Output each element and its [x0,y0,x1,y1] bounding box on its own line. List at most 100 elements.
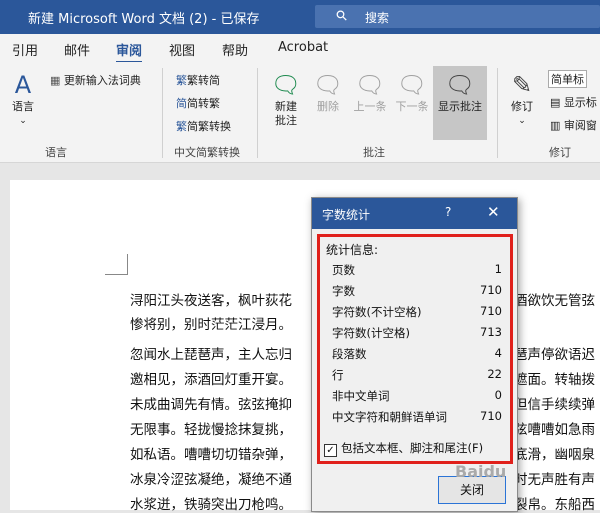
dialog-title: 字数统计 [322,208,371,222]
chevron-down-icon: ⌄ [518,116,526,126]
doc-line: 冰泉冷涩弦凝绝，凝绝不通 [130,472,292,488]
stat-label: 段落数 [332,347,367,361]
dialog-title-bar: 字数统计 ? ✕ [312,198,517,229]
stat-row: 段落数 4 [332,346,502,366]
new-comment-icon: 🗨 [270,71,302,99]
tab-mailings[interactable]: 邮件 [64,40,90,59]
language-button[interactable]: A 语言 ⌄ [8,70,38,128]
stat-row: 中文字符和朝鲜语单词 710 [332,409,502,429]
tab-references[interactable]: 引用 [12,40,38,59]
stat-value: 0 [494,388,502,402]
to-simplified-button[interactable]: 繁繁转简 [176,72,220,88]
title-bar: 新建 Microsoft Word 文档 (2) - 已保存 ⚲ 搜索 [0,0,600,34]
review-pane-button[interactable]: ▥ 审阅窗 [550,117,597,133]
doc-line-fragment: 但信手续续弹 [514,397,595,413]
convert-icon: 繁 [176,120,187,133]
search-icon: ⚲ [332,6,352,26]
doc-line: 水浆迸，铁骑突出刀枪鸣。 [130,497,292,513]
new-comment-label-1: 新建 [275,100,297,113]
ribbon-tabs: 引用 邮件 审阅 视图 帮助 Acrobat [0,34,600,64]
tab-view[interactable]: 视图 [169,40,195,59]
doc-line-fragment: 酒欲饮无管弦 [514,293,595,309]
group-label-convert: 中文简繁转换 [174,146,240,159]
stat-label: 行 [332,368,344,382]
stat-row: 字数 710 [332,283,502,303]
chevron-down-icon: ⌄ [19,116,27,126]
stat-label: 字符数(计空格) [332,326,410,340]
next-comment-icon: 🗨 [396,71,428,99]
to-traditional-button[interactable]: 简简转繁 [176,95,220,111]
delete-comment-button[interactable]: 🗨 删除 [310,70,346,114]
to-traditional-label: 简转繁 [187,97,220,110]
doc-line-fragment: 遮面。转轴拨 [514,372,595,388]
stat-value: 710 [480,409,502,423]
stat-value: 710 [480,304,502,318]
convert-icon: 简 [176,97,187,110]
doc-line: 无限事。轻拢慢捻抹复挑， [130,422,292,438]
track-changes-button[interactable]: ✎ 修订 ⌄ [505,70,539,128]
group-label-tracking: 修订 [549,146,571,159]
doc-line: 如私语。嘈嘈切切错杂弹， [130,447,292,463]
language-icon: A [14,71,32,99]
checkmark-icon: ✓ [324,444,337,457]
group-separator [497,68,498,158]
previous-comment-label: 上一条 [353,100,387,113]
stat-label: 字数 [332,284,355,298]
show-markup-label: 显示标 [563,96,597,109]
update-ime-label: 更新输入法词典 [63,74,141,87]
show-comments-icon: 🗨 [444,71,476,99]
stat-row: 字符数(计空格) 713 [332,325,502,345]
markup-select[interactable]: 简单标 [548,70,587,88]
tab-review[interactable]: 审阅 [116,40,143,64]
next-comment-label: 下一条 [395,100,429,113]
search-label: 搜索 [365,11,390,25]
track-changes-icon: ✎ [511,71,533,99]
doc-line: 邀相见，添酒回灯重开宴。 [130,372,292,388]
next-comment-button[interactable]: 🗨 下一条 [392,70,432,114]
include-textboxes-checkbox[interactable]: ✓ 包括文本框、脚注和尾注(F) [324,440,483,457]
window-title: 新建 Microsoft Word 文档 (2) - 已保存 [28,12,260,27]
stat-value: 710 [480,283,502,297]
highlight-box: 统计信息: 页数 1 字数 710 字符数(不计空格) 710 字符数(计空格) 713… [317,234,513,464]
update-ime-button[interactable]: ▦ 更新输入法词典 [50,72,141,88]
track-changes-label: 修订 [511,100,533,113]
doc-line-fragment: 底滑，幽咽泉 [514,447,595,463]
stat-row: 字符数(不计空格) 710 [332,304,502,324]
stat-value: 22 [487,367,502,381]
doc-line-fragment: 裂帛。东船西 [514,497,595,513]
convert-icon: 繁 [176,74,187,87]
group-separator [162,68,163,158]
previous-comment-button[interactable]: 🗨 上一条 [350,70,390,114]
doc-line: 忽闻水上琵琶声，主人忘归 [130,347,292,363]
stat-value: 1 [494,262,502,276]
stat-value: 713 [480,325,502,339]
ribbon: A 语言 ⌄ ▦ 更新输入法词典 语言 繁繁转简 简简转繁 繁简繁转换 中文简繁… [0,62,600,163]
convert-button[interactable]: 繁简繁转换 [176,118,231,134]
show-comments-label: 显示批注 [438,100,482,113]
review-pane-icon: ▥ [550,119,564,132]
tab-acrobat[interactable]: Acrobat [278,40,328,55]
language-button-label: 语言 [12,100,34,113]
group-label-comments: 批注 [363,146,385,159]
stats-header: 统计信息: [326,243,379,257]
previous-comment-icon: 🗨 [354,71,386,99]
stat-row: 页数 1 [332,262,502,282]
close-icon[interactable]: ✕ [487,203,500,221]
group-separator [257,68,258,158]
group-label-language: 语言 [45,146,67,159]
doc-line: 惨将别，别时茫茫江浸月。 [130,317,292,333]
show-comments-button[interactable]: 🗨 显示批注 [433,66,487,140]
help-icon[interactable]: ? [445,205,451,219]
stat-value: 4 [494,346,502,360]
new-comment-button[interactable]: 🗨 新建 批注 [266,70,306,128]
margin-corner-mark [105,254,128,275]
tab-help[interactable]: 帮助 [222,40,248,59]
search-box[interactable]: ⚲ 搜索 [315,5,600,28]
show-markup-button[interactable]: ▤ 显示标 [550,94,597,110]
doc-line-fragment: 琶声停欲语迟 [514,347,595,363]
stat-label: 页数 [332,263,355,277]
doc-line-fragment: 时无声胜有声 [514,472,595,488]
stat-label: 字符数(不计空格) [332,305,422,319]
dictionary-icon: ▦ [50,74,64,87]
markup-select-value: 简单标 [551,73,584,86]
